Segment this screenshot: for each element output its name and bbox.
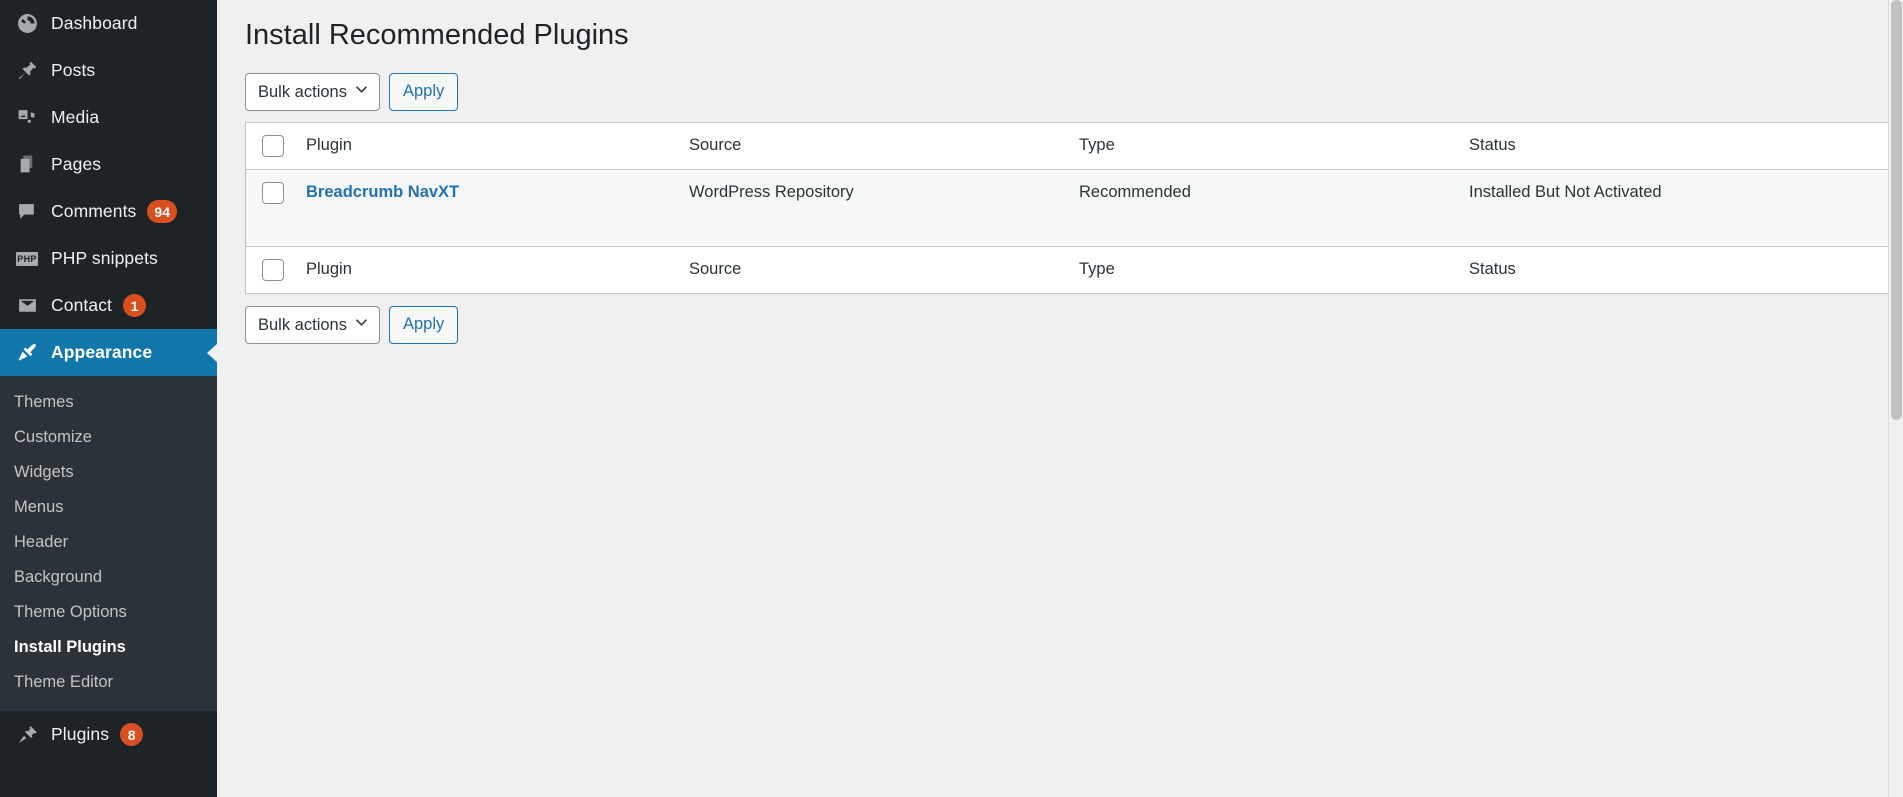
comments-count-badge: 94 xyxy=(147,200,177,223)
apply-button-bottom[interactable]: Apply xyxy=(389,305,459,344)
sidebar-item-menus[interactable]: Menus xyxy=(0,490,217,525)
sidebar-item-label: Comments xyxy=(51,201,137,221)
column-header-source: Source xyxy=(679,123,1069,170)
cell-plugin-source: WordPress Repository xyxy=(689,182,854,201)
row-checkbox[interactable] xyxy=(262,181,284,204)
column-footer-source: Source xyxy=(679,245,1069,293)
sidebar-item-appearance[interactable]: Appearance xyxy=(0,329,218,376)
cell-plugin-type: Recommended xyxy=(1079,182,1191,201)
page-scrollbar[interactable] xyxy=(1888,0,1903,797)
plugins-table: Plugin Source Type Status Breadcrumb Nav… xyxy=(245,121,1899,294)
select-all-checkbox-top[interactable] xyxy=(262,134,284,157)
admin-sidebar: Dashboard Posts Media Pages Comments 94 … xyxy=(0,0,218,797)
cell-plugin-name: Breadcrumb NavXT xyxy=(299,170,679,246)
sidebar-item-themes[interactable]: Themes xyxy=(0,385,217,420)
sidebar-item-label: Dashboard xyxy=(51,13,138,33)
media-icon xyxy=(14,107,40,128)
bulk-actions-wrapper-top: Bulk actions xyxy=(245,72,380,111)
select-all-checkbox-bottom[interactable] xyxy=(262,258,284,281)
brush-icon xyxy=(14,342,40,363)
table-head: Plugin Source Type Status xyxy=(246,123,1898,170)
sidebar-item-header[interactable]: Header xyxy=(0,525,217,560)
page-title: Install Recommended Plugins xyxy=(245,19,629,51)
column-footer-status: Status xyxy=(1459,245,1898,293)
sidebar-item-dashboard[interactable]: Dashboard xyxy=(0,0,217,47)
column-header-type: Type xyxy=(1069,123,1459,170)
select-all-footer xyxy=(246,245,299,293)
php-icon: PHP xyxy=(16,251,38,266)
apply-button-top[interactable]: Apply xyxy=(389,72,459,111)
main-content: Install Recommended Plugins Bulk actions… xyxy=(217,0,1903,797)
sidebar-item-theme-editor[interactable]: Theme Editor xyxy=(0,665,217,700)
sidebar-item-label: PHP snippets xyxy=(51,248,158,268)
table-body: Breadcrumb NavXT WordPress Repository Re… xyxy=(246,169,1898,246)
table-foot: Plugin Source Type Status xyxy=(246,245,1898,293)
table-header-row: Plugin Source Type Status xyxy=(246,123,1898,170)
sidebar-item-contact[interactable]: Contact 1 xyxy=(0,282,217,329)
select-all-header xyxy=(246,123,299,170)
bulk-actions-select-top[interactable]: Bulk actions xyxy=(245,72,380,111)
column-header-status: Status xyxy=(1459,123,1898,170)
row-select-cell xyxy=(246,170,299,246)
sidebar-item-label: Plugins xyxy=(51,724,110,744)
bulk-actions-wrapper-bottom: Bulk actions xyxy=(245,305,380,344)
email-icon xyxy=(14,295,40,316)
scrollbar-thumb[interactable] xyxy=(1891,0,1902,420)
cell-plugin-status: Installed But Not Activated xyxy=(1469,182,1662,201)
sidebar-item-label: Appearance xyxy=(51,342,153,362)
table-footer-row: Plugin Source Type Status xyxy=(246,245,1898,293)
sidebar-item-label: Posts xyxy=(51,60,96,80)
tablenav-bottom: Bulk actions Apply xyxy=(245,294,1869,355)
sidebar-item-comments[interactable]: Comments 94 xyxy=(0,188,217,235)
plugin-name-link[interactable]: Breadcrumb NavXT xyxy=(306,183,459,201)
plugins-count-badge: 8 xyxy=(120,723,144,746)
current-menu-arrow xyxy=(207,342,218,363)
tablenav-top: Bulk actions Apply xyxy=(245,69,1869,122)
sidebar-item-php-snippets[interactable]: PHP PHP snippets xyxy=(0,235,217,282)
comment-icon xyxy=(14,201,40,222)
sidebar-item-media[interactable]: Media xyxy=(0,94,217,141)
sidebar-item-label: Media xyxy=(51,107,100,127)
sidebar-item-label: Pages xyxy=(51,154,102,174)
sidebar-item-posts[interactable]: Posts xyxy=(0,47,217,94)
bulk-actions-select-bottom[interactable]: Bulk actions xyxy=(245,305,380,344)
column-footer-type: Type xyxy=(1069,245,1459,293)
sidebar-item-widgets[interactable]: Widgets xyxy=(0,455,217,490)
column-header-plugin: Plugin xyxy=(299,123,679,170)
sidebar-item-install-plugins[interactable]: Install Plugins xyxy=(0,630,217,665)
appearance-submenu: Themes Customize Widgets Menus Header Ba… xyxy=(0,376,217,711)
sidebar-item-pages[interactable]: Pages xyxy=(0,141,217,188)
sidebar-item-label: Contact xyxy=(51,295,113,315)
sidebar-item-customize[interactable]: Customize xyxy=(0,420,217,455)
column-footer-plugin: Plugin xyxy=(299,245,679,293)
sidebar-item-plugins[interactable]: Plugins 8 xyxy=(0,711,217,758)
sidebar-item-background[interactable]: Background xyxy=(0,560,217,595)
plug-icon xyxy=(14,724,40,745)
sidebar-item-theme-options[interactable]: Theme Options xyxy=(0,595,217,630)
pin-icon xyxy=(14,60,40,81)
admin-screen: Dashboard Posts Media Pages Comments 94 … xyxy=(0,0,1903,797)
table-row: Breadcrumb NavXT WordPress Repository Re… xyxy=(246,169,1898,246)
pages-icon xyxy=(14,154,40,175)
contact-count-badge: 1 xyxy=(123,294,147,317)
dashboard-icon xyxy=(14,13,40,34)
